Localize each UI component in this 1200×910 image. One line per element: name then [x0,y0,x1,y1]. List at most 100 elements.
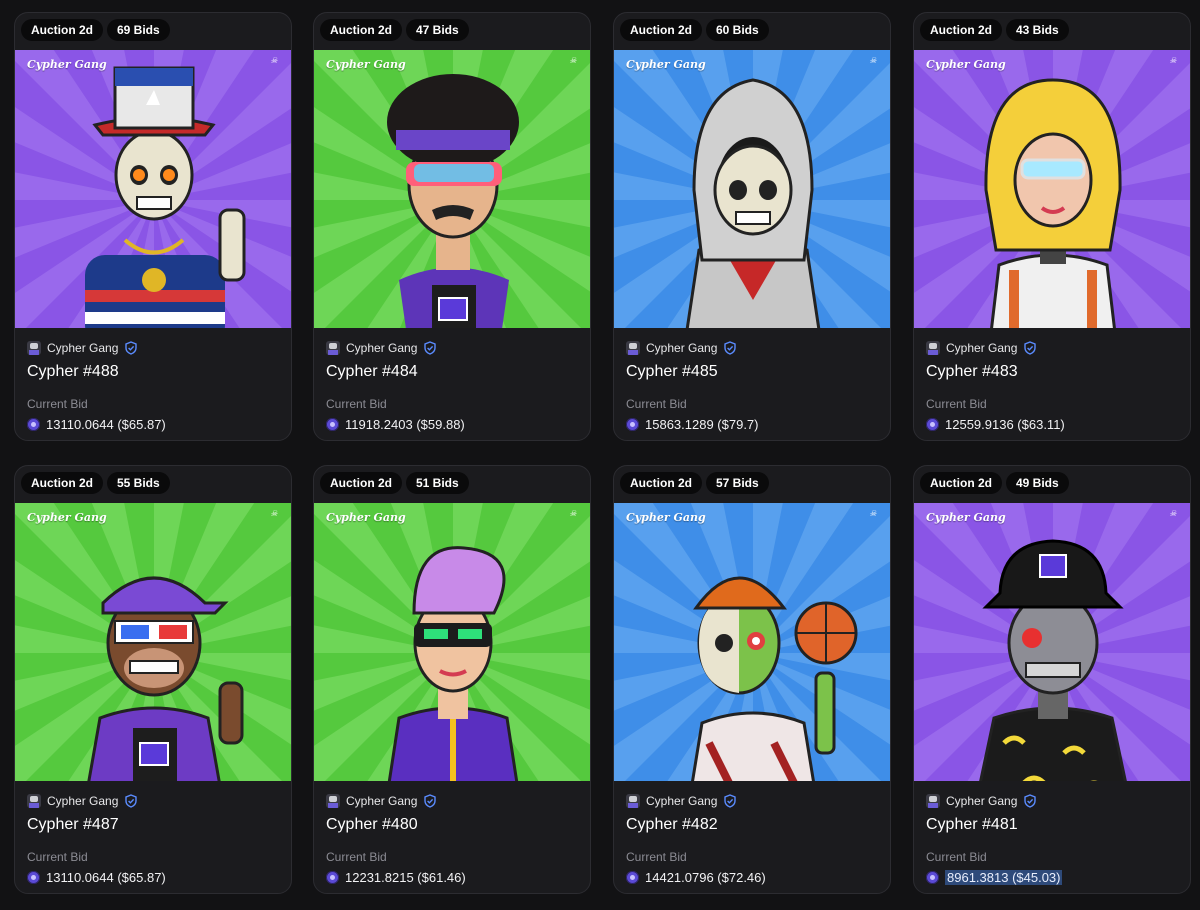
collection-name: Cypher Gang [646,794,718,808]
artwork-brand-text: Cypher Gang [326,58,406,71]
collection-avatar-icon [926,794,940,808]
current-bid-row: 12559.9136 ($63.11) [926,415,1178,433]
nft-artwork[interactable]: Cypher Gang ☠ [15,50,291,328]
card-meta: Cypher Gang Cypher #482 Current Bid 1442… [626,793,878,886]
coin-icon [926,417,939,431]
nft-artwork[interactable]: Cypher Gang ☠ [914,50,1190,328]
collection-avatar-icon [626,794,640,808]
coin-icon [926,870,939,884]
current-bid-row: 12231.8215 ($61.46) [326,868,578,886]
coin-icon [626,417,639,431]
nft-artwork[interactable]: Cypher Gang ☠ [314,50,590,328]
verified-badge-icon [724,341,737,355]
current-bid-value: 15863.1289 ($79.7) [645,416,759,432]
card-meta: Cypher Gang Cypher #488 Current Bid 1311… [27,340,279,433]
collection-row[interactable]: Cypher Gang [626,793,878,809]
coin-icon [326,870,339,884]
nft-title[interactable]: Cypher #482 [626,816,878,836]
nft-title[interactable]: Cypher #480 [326,816,578,836]
collection-row[interactable]: Cypher Gang [626,340,878,356]
verified-badge-icon [424,794,437,808]
card-badges: Auction 2d 69 Bids [21,19,170,41]
bid-count-badge: 43 Bids [1006,19,1069,41]
verified-badge-icon [424,341,437,355]
nft-title[interactable]: Cypher #485 [626,363,878,383]
current-bid-row: 13110.0644 ($65.87) [27,868,279,886]
bid-count-badge: 57 Bids [706,472,769,494]
verified-badge-icon [125,794,138,808]
current-bid-row: 8961.3813 ($45.03) [926,868,1178,886]
collection-name: Cypher Gang [646,341,718,355]
nft-title[interactable]: Cypher #481 [926,816,1178,836]
nft-title[interactable]: Cypher #487 [27,816,279,836]
auction-time-badge: Auction 2d [21,472,103,494]
collection-row[interactable]: Cypher Gang [27,340,279,356]
nft-card[interactable]: Auction 2d 49 Bids Cypher Gang ☠ Cypher … [913,465,1191,894]
collection-name: Cypher Gang [346,794,418,808]
coin-icon [27,870,40,884]
auction-time-badge: Auction 2d [21,19,103,41]
nft-artwork[interactable]: Cypher Gang ☠ [314,503,590,781]
nft-artwork[interactable]: Cypher Gang ☠ [15,503,291,781]
nft-artwork[interactable]: Cypher Gang ☠ [914,503,1190,781]
collection-row[interactable]: Cypher Gang [326,793,578,809]
card-meta: Cypher Gang Cypher #484 Current Bid 1191… [326,340,578,433]
artwork-seal-logo: ☠ [270,509,278,518]
bid-count-badge: 69 Bids [107,19,170,41]
current-bid-value: 12231.8215 ($61.46) [345,869,466,885]
artwork-seal-logo: ☠ [270,56,278,65]
nft-title[interactable]: Cypher #488 [27,363,279,383]
card-meta: Cypher Gang Cypher #481 Current Bid 8961… [926,793,1178,886]
current-bid-label: Current Bid [626,850,687,864]
nft-card[interactable]: Auction 2d 57 Bids Cypher Gang ☠ Cypher … [613,465,891,894]
nft-card[interactable]: Auction 2d 55 Bids Cypher Gang ☠ Cypher … [14,465,292,894]
collection-row[interactable]: Cypher Gang [926,793,1178,809]
coin-icon [27,417,40,431]
card-badges: Auction 2d 49 Bids [920,472,1069,494]
verified-badge-icon [724,794,737,808]
collection-avatar-icon [27,341,41,355]
auction-time-badge: Auction 2d [620,19,702,41]
nft-card[interactable]: Auction 2d 51 Bids Cypher Gang ☠ Cypher … [313,465,591,894]
current-bid-row: 14421.0796 ($72.46) [626,868,878,886]
nft-card[interactable]: Auction 2d 47 Bids Cypher Gang ☠ Cypher … [313,12,591,441]
current-bid-label: Current Bid [926,397,987,411]
current-bid-label: Current Bid [626,397,687,411]
current-bid-value: 13110.0644 ($65.87) [46,416,166,432]
current-bid-value: 8961.3813 ($45.03) [945,869,1063,885]
verified-badge-icon [1024,794,1037,808]
card-meta: Cypher Gang Cypher #485 Current Bid 1586… [626,340,878,433]
current-bid-label: Current Bid [326,397,387,411]
artwork-seal-logo: ☠ [869,509,877,518]
artwork-brand-text: Cypher Gang [27,511,107,524]
current-bid-label: Current Bid [27,850,88,864]
artwork-brand-text: Cypher Gang [626,511,706,524]
collection-row[interactable]: Cypher Gang [926,340,1178,356]
current-bid-value: 11918.2403 ($59.88) [345,416,465,432]
nft-auction-grid: Auction 2d 69 Bids Cypher Gang ☠ Cypher … [0,0,1200,910]
artwork-seal-logo: ☠ [869,56,877,65]
nft-card[interactable]: Auction 2d 60 Bids Cypher Gang ☠ Cypher … [613,12,891,441]
artwork-brand-text: Cypher Gang [926,511,1006,524]
nft-title[interactable]: Cypher #484 [326,363,578,383]
collection-avatar-icon [326,341,340,355]
nft-card[interactable]: Auction 2d 43 Bids Cypher Gang ☠ Cypher … [913,12,1191,441]
auction-time-badge: Auction 2d [920,19,1002,41]
collection-avatar-icon [27,794,41,808]
card-badges: Auction 2d 43 Bids [920,19,1069,41]
collection-name: Cypher Gang [47,794,119,808]
nft-card[interactable]: Auction 2d 69 Bids Cypher Gang ☠ Cypher … [14,12,292,441]
nft-artwork[interactable]: Cypher Gang ☠ [614,50,890,328]
artwork-seal-logo: ☠ [569,56,577,65]
nft-title[interactable]: Cypher #483 [926,363,1178,383]
collection-avatar-icon [926,341,940,355]
auction-time-badge: Auction 2d [320,472,402,494]
current-bid-label: Current Bid [926,850,987,864]
collection-row[interactable]: Cypher Gang [27,793,279,809]
current-bid-label: Current Bid [326,850,387,864]
collection-row[interactable]: Cypher Gang [326,340,578,356]
current-bid-row: 15863.1289 ($79.7) [626,415,878,433]
nft-artwork[interactable]: Cypher Gang ☠ [614,503,890,781]
artwork-seal-logo: ☠ [569,509,577,518]
artwork-brand-text: Cypher Gang [926,58,1006,71]
